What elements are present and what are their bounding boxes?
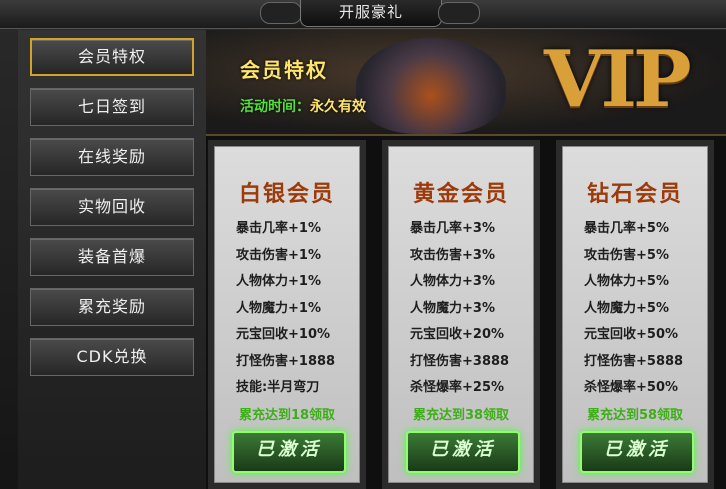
membership-cards: 白银会员 暴击几率+1% 攻击伤害+1% 人物体力+1% 人物魔力+1% 元宝回… xyxy=(206,136,726,489)
dragon-illustration xyxy=(356,38,506,134)
perk-item: 技能:半月弯刀 xyxy=(236,380,320,395)
activated-button[interactable]: 已激活 xyxy=(232,431,346,473)
perk-item: 人物体力+3% xyxy=(410,274,495,289)
card-title: 黄金会员 xyxy=(412,182,509,207)
requirement-text: 累充达到38领取 xyxy=(412,407,510,423)
sidebar: 会员特权 七日签到 在线奖励 实物回收 装备首爆 累充奖励 CDK兑换 xyxy=(18,30,207,489)
activated-button[interactable]: 已激活 xyxy=(580,431,694,473)
title-plate: 开服豪礼 xyxy=(300,0,442,27)
sidebar-item-recycle[interactable]: 实物回收 xyxy=(30,188,194,226)
perk-list: 暴击几率+5% 攻击伤害+5% 人物体力+5% 人物魔力+5% 元宝回收+50%… xyxy=(562,216,708,402)
card-title: 白银会员 xyxy=(238,182,335,207)
perk-item: 人物魔力+1% xyxy=(236,300,321,316)
activity-time-value: 永久有效 xyxy=(310,99,366,115)
perk-item: 人物体力+1% xyxy=(236,274,321,289)
perk-item: 打怪伤害+3888 xyxy=(410,353,510,369)
sidebar-item-label: 会员特权 xyxy=(77,47,146,66)
card-gold: 黄金会员 暴击几率+3% 攻击伤害+3% 人物体力+3% 人物魔力+3% 元宝回… xyxy=(382,140,540,489)
perk-item: 元宝回收+10% xyxy=(236,327,331,342)
perk-item: 人物魔力+3% xyxy=(410,300,495,316)
sidebar-item-label: 累充奖励 xyxy=(77,297,146,316)
perk-item: 人物体力+5% xyxy=(584,274,669,289)
sidebar-item-label: 在线奖励 xyxy=(77,147,146,166)
perk-list: 暴击几率+3% 攻击伤害+3% 人物体力+3% 人物魔力+3% 元宝回收+20%… xyxy=(388,216,534,402)
perk-item: 打怪伤害+5888 xyxy=(584,353,684,369)
activity-time: 活动时间：永久有效 xyxy=(240,96,366,116)
sidebar-item-label: 装备首爆 xyxy=(77,247,146,266)
banner-title: 会员特权 xyxy=(240,58,328,82)
sidebar-item-vip[interactable]: 会员特权 xyxy=(30,38,194,76)
perk-item: 攻击伤害+3% xyxy=(410,247,495,263)
perk-item: 暴击几率+1% xyxy=(236,221,321,236)
card-silver: 白银会员 暴击几率+1% 攻击伤害+1% 人物体力+1% 人物魔力+1% 元宝回… xyxy=(208,140,366,489)
sidebar-item-label: 实物回收 xyxy=(77,197,146,216)
perk-item: 攻击伤害+5% xyxy=(584,247,669,263)
activity-time-label: 活动时间： xyxy=(240,99,310,115)
perk-item: 暴击几率+5% xyxy=(584,221,669,236)
requirement-text: 累充达到18领取 xyxy=(238,407,336,423)
vip-logo: VIP xyxy=(544,34,692,125)
perk-item: 元宝回收+20% xyxy=(410,327,505,342)
sidebar-item-recharge-reward[interactable]: 累充奖励 xyxy=(30,288,194,326)
title-bar: 开服豪礼 xyxy=(0,0,726,29)
perk-item: 攻击伤害+1% xyxy=(236,247,321,263)
sidebar-item-sign-in[interactable]: 七日签到 xyxy=(30,88,194,126)
perk-item: 暴击几率+3% xyxy=(410,221,495,236)
gift-window: 开服豪礼 会员特权 七日签到 在线奖励 实物回收 装备首爆 累充奖励 CDK兑换… xyxy=(0,0,726,489)
perk-item: 杀怪爆率+25% xyxy=(410,380,505,395)
perk-item: 杀怪爆率+50% xyxy=(584,380,679,395)
sidebar-item-label: 七日签到 xyxy=(77,97,146,116)
perk-list: 暴击几率+1% 攻击伤害+1% 人物体力+1% 人物魔力+1% 元宝回收+10%… xyxy=(214,216,360,402)
title-ornament-left xyxy=(260,2,302,24)
sidebar-item-label: CDK兑换 xyxy=(76,347,148,366)
card-diamond: 钻石会员 暴击几率+5% 攻击伤害+5% 人物体力+5% 人物魔力+5% 元宝回… xyxy=(556,140,714,489)
perk-item: 打怪伤害+1888 xyxy=(236,353,336,369)
vip-banner: 会员特权 活动时间：永久有效 VIP xyxy=(206,30,726,136)
activated-button[interactable]: 已激活 xyxy=(406,431,520,473)
perk-item: 元宝回收+50% xyxy=(584,327,679,342)
card-title: 钻石会员 xyxy=(586,182,683,207)
sidebar-item-cdk[interactable]: CDK兑换 xyxy=(30,338,194,376)
perk-item: 人物魔力+5% xyxy=(584,300,669,316)
requirement-text: 累充达到58领取 xyxy=(586,407,684,423)
sidebar-item-first-drop[interactable]: 装备首爆 xyxy=(30,238,194,276)
sidebar-item-online-reward[interactable]: 在线奖励 xyxy=(30,138,194,176)
title-ornament-right xyxy=(438,2,480,24)
window-title: 开服豪礼 xyxy=(338,3,403,21)
